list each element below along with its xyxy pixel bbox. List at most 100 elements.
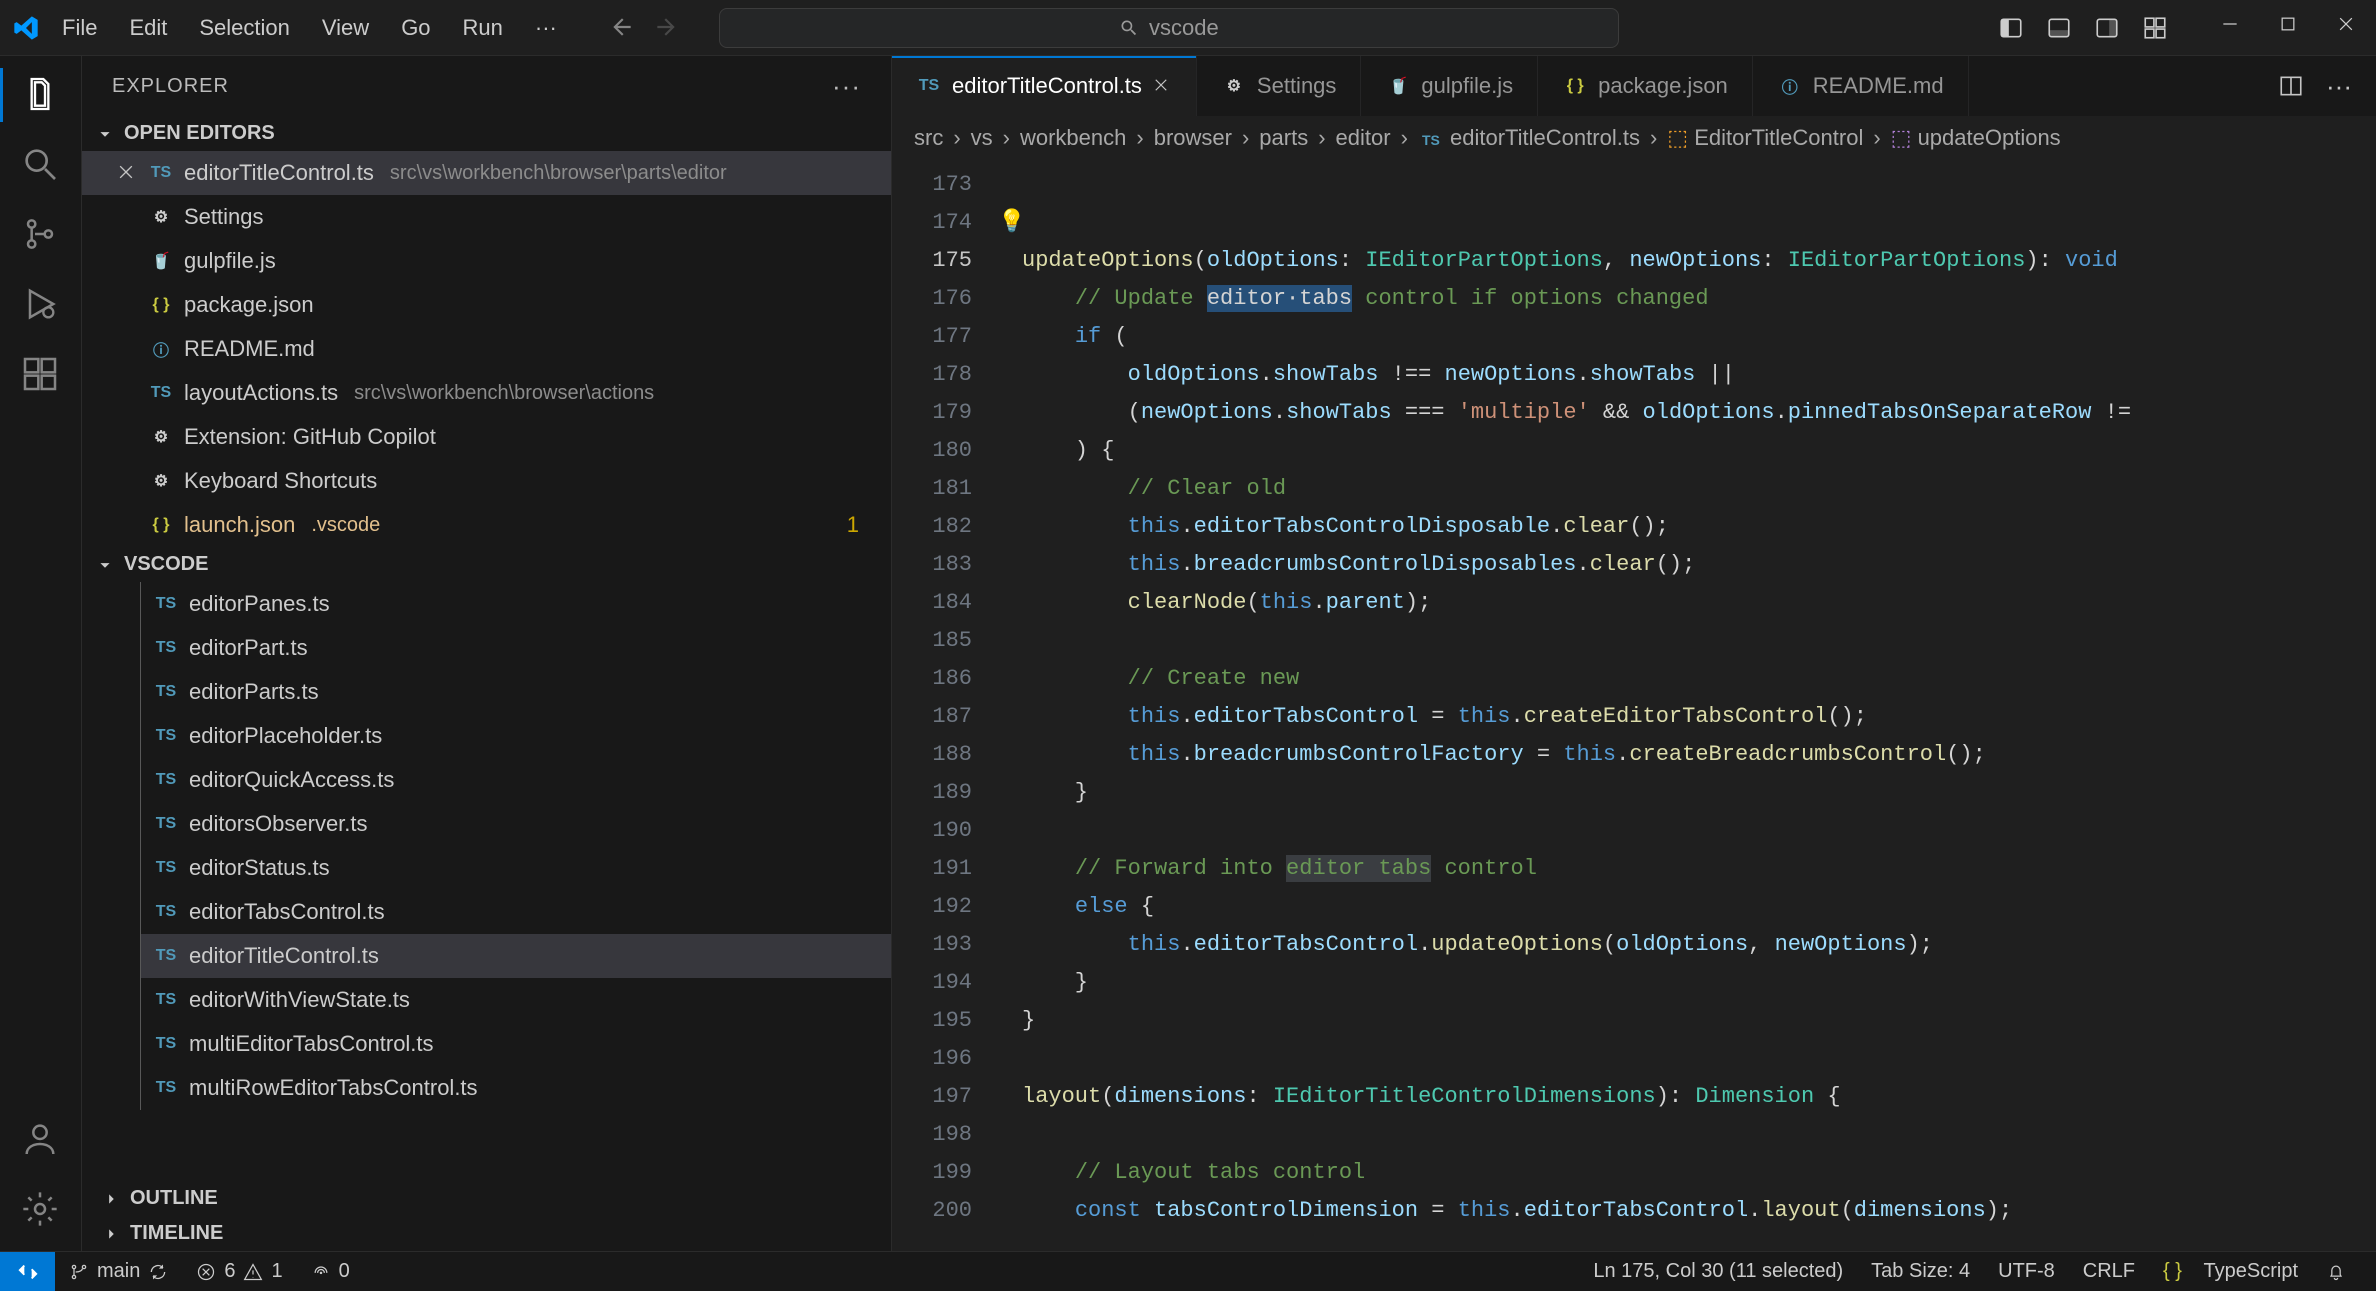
editor-tab[interactable]: ⚙Settings (1197, 56, 1362, 116)
editor-tab[interactable]: 🥤gulpfile.js (1361, 56, 1538, 116)
settings-gear-icon[interactable] (20, 1189, 62, 1231)
open-editor-item[interactable]: TSeditorTitleControl.tssrc\vs\workbench\… (82, 151, 891, 195)
breadcrumb-item[interactable]: workbench (1020, 125, 1126, 151)
tree-item[interactable]: TSeditorsObserver.ts (140, 802, 891, 846)
menu-go[interactable]: Go (387, 9, 444, 47)
status-language[interactable]: { } TypeScript (2149, 1252, 2312, 1291)
status-eol[interactable]: CRLF (2069, 1252, 2149, 1291)
run-debug-icon[interactable] (20, 284, 62, 326)
breadcrumbs[interactable]: src›vs›workbench›browser›parts›editor›TS… (892, 116, 2376, 160)
breadcrumb-item[interactable]: TS editorTitleControl.ts (1418, 125, 1640, 151)
tab-label: README.md (1813, 73, 1944, 99)
tree-item[interactable]: TSeditorTitleControl.ts (140, 934, 891, 978)
status-branch[interactable]: main (55, 1252, 182, 1291)
command-center[interactable]: vscode (719, 8, 1619, 48)
bell-icon (2326, 1262, 2346, 1282)
status-problems[interactable]: 6 1 (182, 1252, 296, 1291)
open-editor-item[interactable]: TSlayoutActions.tssrc\vs\workbench\brows… (82, 371, 891, 415)
tree-item[interactable]: TSeditorPanes.ts (140, 582, 891, 626)
customize-layout-icon[interactable] (2142, 15, 2168, 41)
ts-file-icon: TS (148, 382, 174, 404)
sidebar-more-icon[interactable]: ··· (832, 71, 861, 102)
layout-toggle-bottom-icon[interactable] (2046, 15, 2072, 41)
breadcrumb-item[interactable]: ⬚ EditorTitleControl (1667, 125, 1863, 151)
tree-item[interactable]: TSeditorQuickAccess.ts (140, 758, 891, 802)
layout-toggle-left-icon[interactable] (1998, 15, 2024, 41)
explorer-icon[interactable] (20, 74, 62, 116)
status-tabsize[interactable]: Tab Size: 4 (1857, 1252, 1984, 1291)
chevron-right-icon: › (1873, 125, 1880, 151)
editor-tab[interactable]: TSeditorTitleControl.ts (892, 56, 1197, 116)
menu-selection[interactable]: Selection (185, 9, 304, 47)
code[interactable]: 💡 updateOptions(oldOptions: IEditorPartO… (992, 160, 2376, 1251)
maximize-icon[interactable] (2278, 14, 2306, 42)
breadcrumb-item[interactable]: src (914, 125, 943, 151)
section-outline[interactable]: OUTLINE (82, 1181, 891, 1216)
open-editor-item[interactable]: ⓘREADME.md (82, 327, 891, 371)
tree-item[interactable]: TSmultiRowEditorTabsControl.ts (140, 1066, 891, 1110)
tab-more-icon[interactable]: ··· (2326, 71, 2352, 102)
remote-indicator[interactable] (0, 1252, 55, 1291)
breadcrumb-item[interactable]: browser (1154, 125, 1232, 151)
source-control-icon[interactable] (20, 214, 62, 256)
menu-run[interactable]: Run (449, 9, 517, 47)
tree-item-name: editorsObserver.ts (189, 811, 368, 837)
open-editor-item[interactable]: 🥤gulpfile.js (82, 239, 891, 283)
tree-item[interactable]: TSeditorStatus.ts (140, 846, 891, 890)
open-editor-item[interactable]: ⚙Settings (82, 195, 891, 239)
close-icon[interactable] (1152, 76, 1172, 96)
breadcrumb-item[interactable]: editor (1336, 125, 1391, 151)
menu-overflow[interactable]: ··· (521, 9, 571, 47)
menu-file[interactable]: File (48, 9, 111, 47)
tab-label: gulpfile.js (1421, 73, 1513, 99)
breadcrumb-item[interactable]: parts (1259, 125, 1308, 151)
close-icon[interactable] (116, 162, 138, 184)
status-encoding[interactable]: UTF-8 (1984, 1252, 2069, 1291)
json-file-icon: { } (148, 514, 174, 536)
minimize-icon[interactable] (2220, 14, 2248, 42)
open-editor-item[interactable]: ⚙Extension: GitHub Copilot (82, 415, 891, 459)
status-cursor[interactable]: Ln 175, Col 30 (11 selected) (1579, 1252, 1857, 1291)
close-window-icon[interactable] (2336, 14, 2364, 42)
lightbulb-icon[interactable]: 💡 (998, 204, 1025, 242)
section-open-editors[interactable]: OPEN EDITORS (82, 116, 891, 151)
tree-item-name: editorPlaceholder.ts (189, 723, 382, 749)
status-bar: main 6 1 0 Ln 175, Col 30 (11 selected) … (0, 1251, 2376, 1291)
status-notifications[interactable] (2312, 1252, 2360, 1291)
status-ports[interactable]: 0 (297, 1252, 364, 1291)
tree-item[interactable]: TSmultiEditorTabsControl.ts (140, 1022, 891, 1066)
breadcrumb-item[interactable]: vs (971, 125, 993, 151)
nav-forward-icon[interactable] (653, 14, 681, 42)
tree-item[interactable]: TSeditorPart.ts (140, 626, 891, 670)
tree-item-name: editorParts.ts (189, 679, 319, 705)
editor-tab[interactable]: ⓘREADME.md (1753, 56, 1969, 116)
sync-icon[interactable] (148, 1262, 168, 1282)
section-workspace[interactable]: VSCODE (82, 547, 891, 582)
menu-view[interactable]: View (308, 9, 383, 47)
tree-item[interactable]: TSeditorParts.ts (140, 670, 891, 714)
nav-back-icon[interactable] (609, 14, 637, 42)
tree-item[interactable]: TSeditorWithViewState.ts (140, 978, 891, 1022)
layout-toggle-right-icon[interactable] (2094, 15, 2120, 41)
search-activity-icon[interactable] (20, 144, 62, 186)
editor-tab[interactable]: { }package.json (1538, 56, 1753, 116)
title-right (1998, 14, 2364, 42)
open-editor-item[interactable]: { }launch.json.vscode1 (82, 503, 891, 547)
window-controls (2220, 14, 2364, 42)
extensions-icon[interactable] (20, 354, 62, 396)
section-outline-label: OUTLINE (130, 1187, 218, 1210)
breadcrumb-item[interactable]: ⬚ updateOptions (1891, 125, 2061, 151)
menu-edit[interactable]: Edit (115, 9, 181, 47)
open-editor-item[interactable]: ⚙Keyboard Shortcuts (82, 459, 891, 503)
tree-item[interactable]: TSeditorTabsControl.ts (140, 890, 891, 934)
tree-item[interactable]: TSeditorPlaceholder.ts (140, 714, 891, 758)
open-editors-list: TSeditorTitleControl.tssrc\vs\workbench\… (82, 151, 891, 547)
ts-file-icon: TS (153, 1077, 179, 1099)
open-editor-item[interactable]: { }package.json (82, 283, 891, 327)
open-editor-name: layoutActions.ts (184, 380, 338, 406)
code-area[interactable]: 1731741751761771781791801811821831841851… (892, 160, 2376, 1251)
split-editor-icon[interactable] (2278, 73, 2304, 99)
command-center-text: vscode (1149, 15, 1219, 41)
section-timeline[interactable]: TIMELINE (82, 1216, 891, 1251)
accounts-icon[interactable] (20, 1119, 62, 1161)
